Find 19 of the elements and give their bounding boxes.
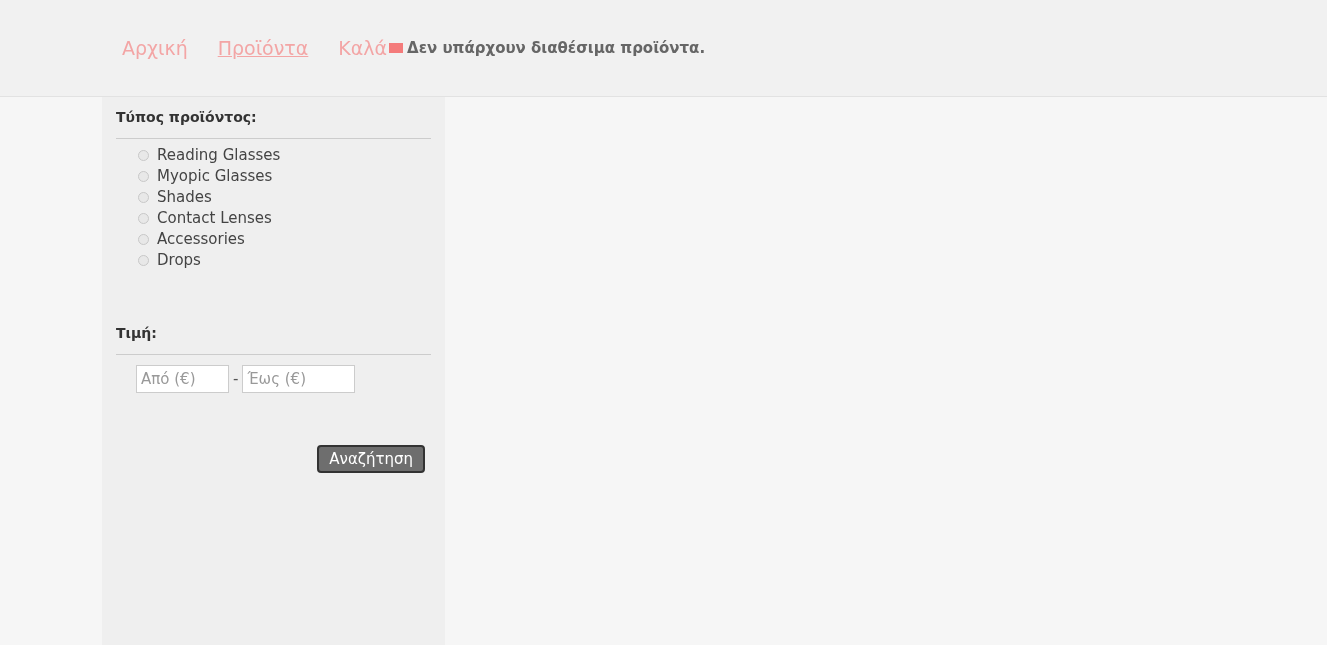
radio-option[interactable]: Shades	[138, 187, 431, 208]
radio-icon[interactable]	[138, 213, 149, 224]
radio-option[interactable]: Drops	[138, 250, 431, 271]
radio-option[interactable]: Contact Lenses	[138, 208, 431, 229]
radio-icon[interactable]	[138, 150, 149, 161]
filter-heading: Τύπος προϊόντος:	[116, 107, 431, 139]
radio-icon[interactable]	[138, 192, 149, 203]
price-to-field[interactable]: Έως (€)	[242, 365, 356, 393]
radio-option[interactable]: Accessories	[138, 229, 431, 250]
no-products-message: Δεν υπάρχουν διαθέσιμα προϊόντα.	[407, 37, 706, 59]
price-from-field[interactable]: Από (€)	[136, 365, 229, 393]
radio-icon[interactable]	[138, 234, 149, 245]
search-button[interactable]: Αναζήτηση	[317, 445, 425, 473]
radio-icon[interactable]	[138, 255, 149, 266]
radio-option[interactable]: Myopic Glasses	[138, 166, 431, 187]
filter-heading: Τιμή:	[116, 323, 431, 355]
radio-option[interactable]: Reading Glasses	[138, 145, 431, 166]
range-separator: -	[233, 368, 239, 390]
radio-icon[interactable]	[138, 171, 149, 182]
